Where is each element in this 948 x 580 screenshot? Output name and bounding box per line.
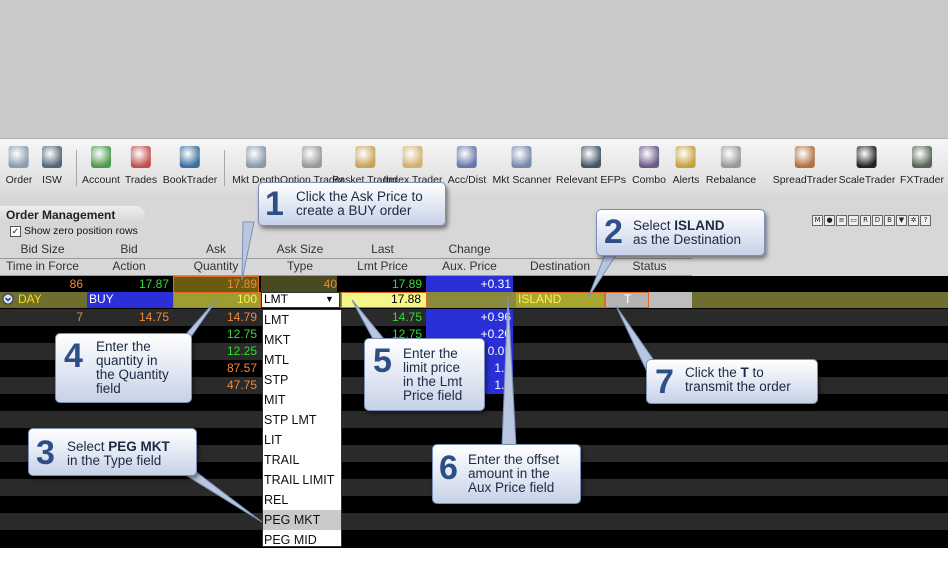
callout-4-line2: quantity in [96,353,158,368]
callout-6-line1: Enter the offset [468,452,560,467]
callout-5-line3: in the Lmt [403,374,463,389]
callout-2-line2: as the Destination [633,232,742,247]
callout-1-line1: Click the Ask Price to [296,189,423,204]
callout-1: 1 Click the Ask Price to create a BUY or… [258,182,446,226]
callout-5-line2: limit price [403,360,461,375]
callout-3-line2: in the Type field [67,453,162,468]
callout-4-line4: field [96,381,121,396]
callout-2-pre: Select [633,218,675,233]
callout-3-number: 3 [36,434,55,472]
pointer-2 [587,251,619,299]
callout-3-pre: Select [67,439,109,454]
callout-2: 2 Select ISLAND as the Destination [596,209,765,256]
callout-7-bold: T [740,365,749,380]
callout-4-number: 4 [64,337,83,375]
callout-7-line1: Click the T to [685,366,764,380]
callout-2-bold: ISLAND [674,218,725,233]
callout-6-line3: Aux Price field [468,480,555,495]
callout-3-line1: Select PEG MKT [67,440,170,454]
callout-5-line1: Enter the [403,346,458,361]
callout-1-line2: create a BUY order [296,203,412,218]
callout-5-number: 5 [373,342,392,380]
callout-6-line2: amount in the [468,466,550,481]
callout-2-line1: Select ISLAND [633,219,725,233]
callout-7-line2: transmit the order [685,379,791,394]
callout-1-number: 1 [265,185,284,223]
callout-4-line1: Enter the [96,339,151,354]
callout-7: 7 Click the T to transmit the order [646,359,818,404]
callout-5: 5 Enter the limit price in the Lmt Price… [364,338,485,411]
pointer-6 [501,295,517,447]
callout-7-number: 7 [655,363,674,401]
callout-6: 6 Enter the offset amount in the Aux Pri… [432,444,581,504]
callout-5-line4: Price field [403,388,463,403]
callout-6-number: 6 [439,449,458,487]
callout-2-number: 2 [604,213,623,251]
callout-3-bold: PEG MKT [108,439,170,454]
callout-4-line3: the Quantity [96,367,169,382]
callout-4: 4 Enter the quantity in the Quantity fie… [55,333,192,403]
callout-7-post: to [748,365,764,380]
pointer-1 [241,221,255,281]
callout-3: 3 Select PEG MKT in the Type field [28,428,197,476]
callout-7-pre: Click the [685,365,741,380]
